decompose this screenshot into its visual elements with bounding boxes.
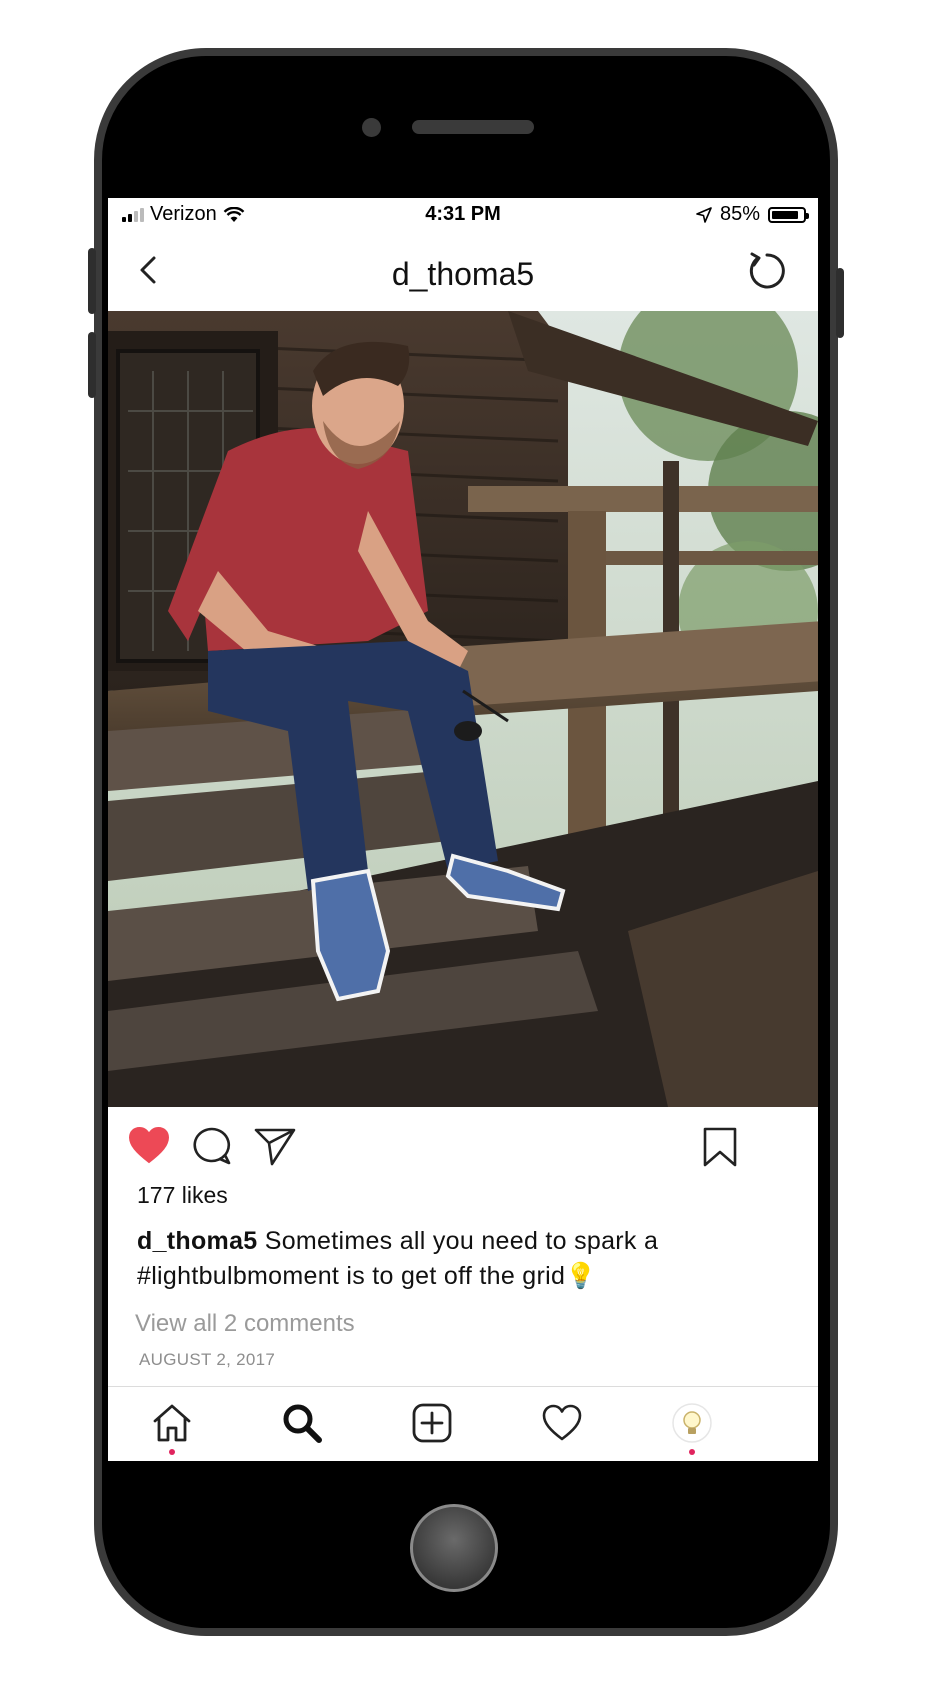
search-icon[interactable] bbox=[280, 1401, 324, 1445]
caption-text-line2: #lightbulbmoment is to get off the grid bbox=[137, 1262, 566, 1290]
home-button[interactable] bbox=[410, 1504, 498, 1592]
earpiece-speaker bbox=[412, 120, 534, 134]
post-date: AUGUST 2, 2017 bbox=[139, 1350, 276, 1369]
screen: Verizon 4:31 PM 85% d_thoma5 177 likes d… bbox=[108, 198, 818, 1461]
view-comments-link[interactable]: View all 2 comments bbox=[135, 1310, 355, 1338]
refresh-icon[interactable] bbox=[744, 248, 790, 294]
status-bar: Verizon 4:31 PM 85% bbox=[108, 198, 818, 234]
battery-icon bbox=[768, 206, 809, 223]
post-image bbox=[108, 311, 818, 1107]
heart-icon[interactable] bbox=[128, 1126, 170, 1164]
post-photo[interactable] bbox=[108, 311, 818, 1107]
caption-username[interactable]: d_thoma5 bbox=[137, 1227, 257, 1255]
lightbulb-emoji: 💡 bbox=[565, 1262, 597, 1290]
home-notification-dot bbox=[169, 1449, 175, 1455]
post-caption: d_thoma5 Sometimes all you need to spark… bbox=[137, 1224, 797, 1294]
profile-avatar[interactable] bbox=[670, 1401, 714, 1445]
mute-switch bbox=[88, 248, 96, 314]
like-count[interactable]: 177 likes bbox=[137, 1182, 228, 1209]
bottom-tab-bar bbox=[108, 1386, 818, 1461]
power-button bbox=[836, 268, 844, 338]
front-camera bbox=[362, 118, 381, 137]
caption-text-line1: Sometimes all you need to spark a bbox=[264, 1227, 659, 1255]
add-post-icon[interactable] bbox=[410, 1401, 454, 1445]
page-title: d_thoma5 bbox=[391, 256, 535, 292]
profile-notification-dot bbox=[689, 1449, 695, 1455]
battery-percent: 85% bbox=[719, 203, 760, 225]
share-icon[interactable] bbox=[254, 1126, 296, 1166]
bookmark-icon[interactable] bbox=[702, 1126, 738, 1168]
home-icon[interactable] bbox=[150, 1401, 194, 1445]
comment-icon[interactable] bbox=[192, 1126, 232, 1166]
volume-button bbox=[88, 332, 96, 398]
location-arrow-icon bbox=[696, 206, 712, 223]
profile-header: d_thoma5 bbox=[108, 234, 818, 310]
activity-heart-icon[interactable] bbox=[540, 1401, 584, 1445]
post-actions bbox=[108, 1108, 818, 1178]
